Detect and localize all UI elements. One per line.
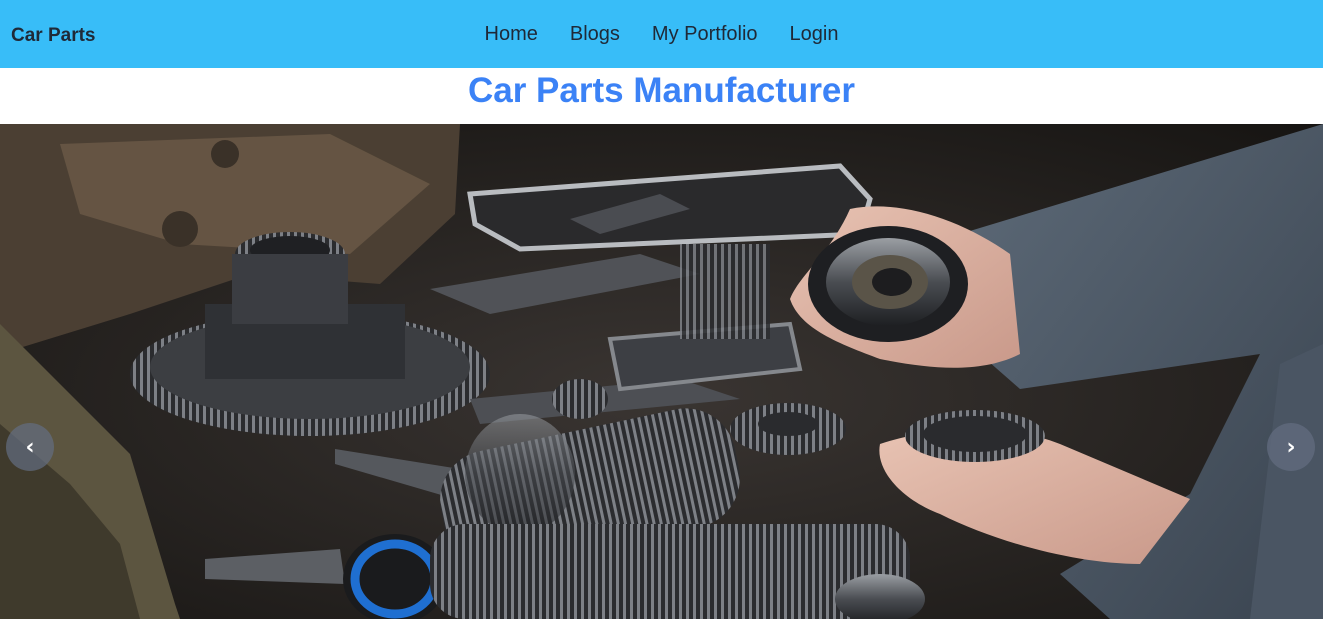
nav-item-login[interactable]: Login (790, 23, 839, 46)
nav-menu: Home Blogs My Portfolio Login (0, 0, 1323, 68)
page-title: Car Parts Manufacturer (467, 71, 856, 110)
carousel-prev-button[interactable]: ‹ (6, 423, 54, 471)
image-carousel: ‹ › (0, 124, 1323, 619)
navbar: Car Parts Home Blogs My Portfolio Login (0, 0, 1323, 68)
nav-item-blogs[interactable]: Blogs (570, 23, 620, 46)
chevron-right-icon: › (1286, 434, 1296, 460)
chevron-left-icon: ‹ (25, 434, 35, 460)
carousel-next-button[interactable]: › (1267, 423, 1315, 471)
nav-item-my-portfolio[interactable]: My Portfolio (652, 23, 758, 46)
nav-item-home[interactable]: Home (485, 23, 538, 46)
carousel-slide-image (0, 124, 1323, 619)
